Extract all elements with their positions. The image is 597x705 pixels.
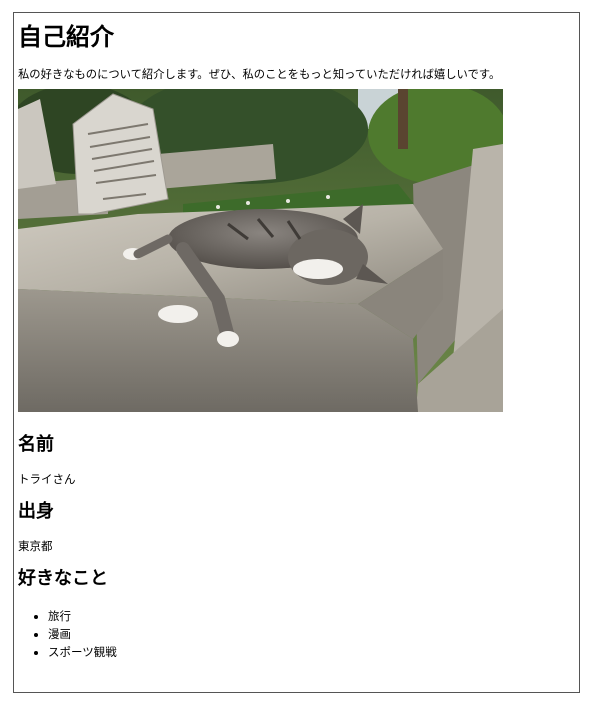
name-heading: 名前 [18, 434, 54, 455]
list-item: スポーツ観戦 [48, 643, 579, 661]
likes-heading: 好きなこと [18, 568, 108, 589]
page-title: 自己紹介 [18, 23, 114, 51]
page-content: 自己紹介 私の好きなものについて紹介します。ぜひ、私のことをもっと知っていただけ… [14, 21, 579, 661]
browser-viewport: 自己紹介 私の好きなものについて紹介します。ぜひ、私のことをもっと知っていただけ… [13, 12, 580, 693]
name-value: トライさん [18, 472, 76, 486]
intro-text: 私の好きなものについて紹介します。ぜひ、私のことをもっと知っていただければ嬉しい… [18, 68, 501, 81]
list-item: 旅行 [48, 607, 579, 625]
likes-list: 旅行 漫画 スポーツ観戦 [18, 607, 579, 661]
list-item: 漫画 [48, 625, 579, 643]
cat-photo [18, 89, 503, 412]
origin-heading: 出身 [18, 501, 54, 522]
origin-value: 東京都 [18, 539, 53, 553]
